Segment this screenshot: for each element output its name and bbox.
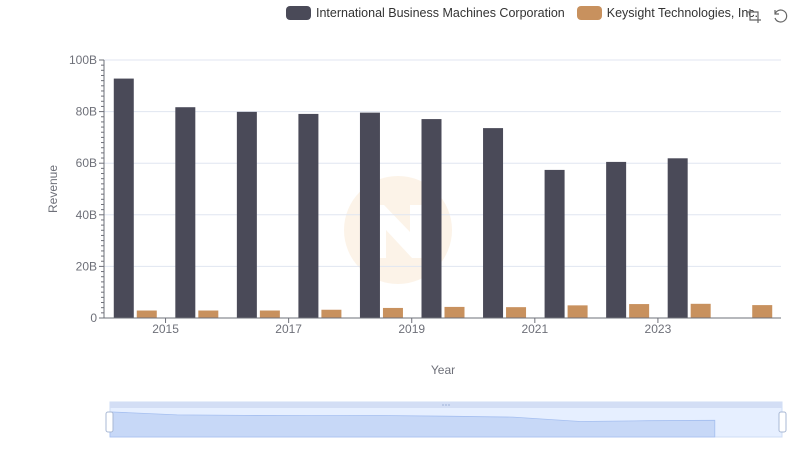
bar-ibm-2015[interactable] — [175, 107, 196, 319]
bar-keysight-2018[interactable] — [382, 307, 403, 318]
bar-ibm-2022[interactable] — [606, 161, 627, 318]
x-tick-label: 2015 — [152, 322, 179, 336]
bar-ibm-2018[interactable] — [359, 112, 380, 319]
bar-chart: 0 20B 40B 60B 80B 100B 2015 2017 2019 2021 2023 R… — [46, 53, 787, 438]
bar-keysight-2015[interactable] — [198, 310, 219, 318]
bar-ibm-2016[interactable] — [236, 111, 257, 318]
bar-ibm-2014[interactable] — [113, 78, 134, 319]
x-axis: 2015 2017 2019 2021 2023 — [104, 317, 781, 336]
y-axis: 0 20B 40B 60B 80B 100B — [69, 53, 105, 325]
bar-keysight-2014[interactable] — [136, 310, 157, 318]
y-tick-label: 100B — [69, 53, 97, 67]
x-tick-label: 2019 — [398, 322, 425, 336]
x-tick-label: 2017 — [275, 322, 302, 336]
y-tick-label: 80B — [76, 105, 97, 119]
bar-keysight-2022[interactable] — [629, 304, 650, 318]
bar-ibm-2020[interactable] — [483, 128, 504, 318]
bar-keysight-2019[interactable] — [444, 306, 465, 318]
bar-ibm-2021[interactable] — [544, 169, 565, 318]
zoom-handle-left[interactable] — [105, 411, 114, 433]
bar-keysight-2017[interactable] — [321, 309, 342, 318]
x-tick-label: 2023 — [645, 322, 672, 336]
bar-keysight-2021[interactable] — [567, 305, 588, 318]
bar-keysight-2020[interactable] — [506, 307, 527, 318]
bars — [113, 78, 773, 319]
y-tick-label: 40B — [76, 208, 97, 222]
x-axis-label: Year — [431, 363, 455, 377]
bar-keysight-2024[interactable] — [752, 305, 773, 318]
bar-ibm-2017[interactable] — [298, 113, 319, 318]
bar-keysight-2016[interactable] — [259, 310, 280, 318]
bar-keysight-2023[interactable] — [690, 303, 711, 318]
y-tick-label: 20B — [76, 259, 97, 273]
y-tick-label: 0 — [90, 311, 97, 325]
bar-ibm-2023[interactable] — [667, 158, 688, 318]
x-tick-label: 2021 — [521, 322, 548, 336]
y-axis-label: Revenue — [46, 165, 60, 213]
zoom-handle-right[interactable] — [778, 411, 787, 433]
bar-ibm-2019[interactable] — [421, 119, 442, 318]
y-tick-label: 60B — [76, 156, 97, 170]
data-zoom-slider[interactable] — [105, 401, 787, 438]
